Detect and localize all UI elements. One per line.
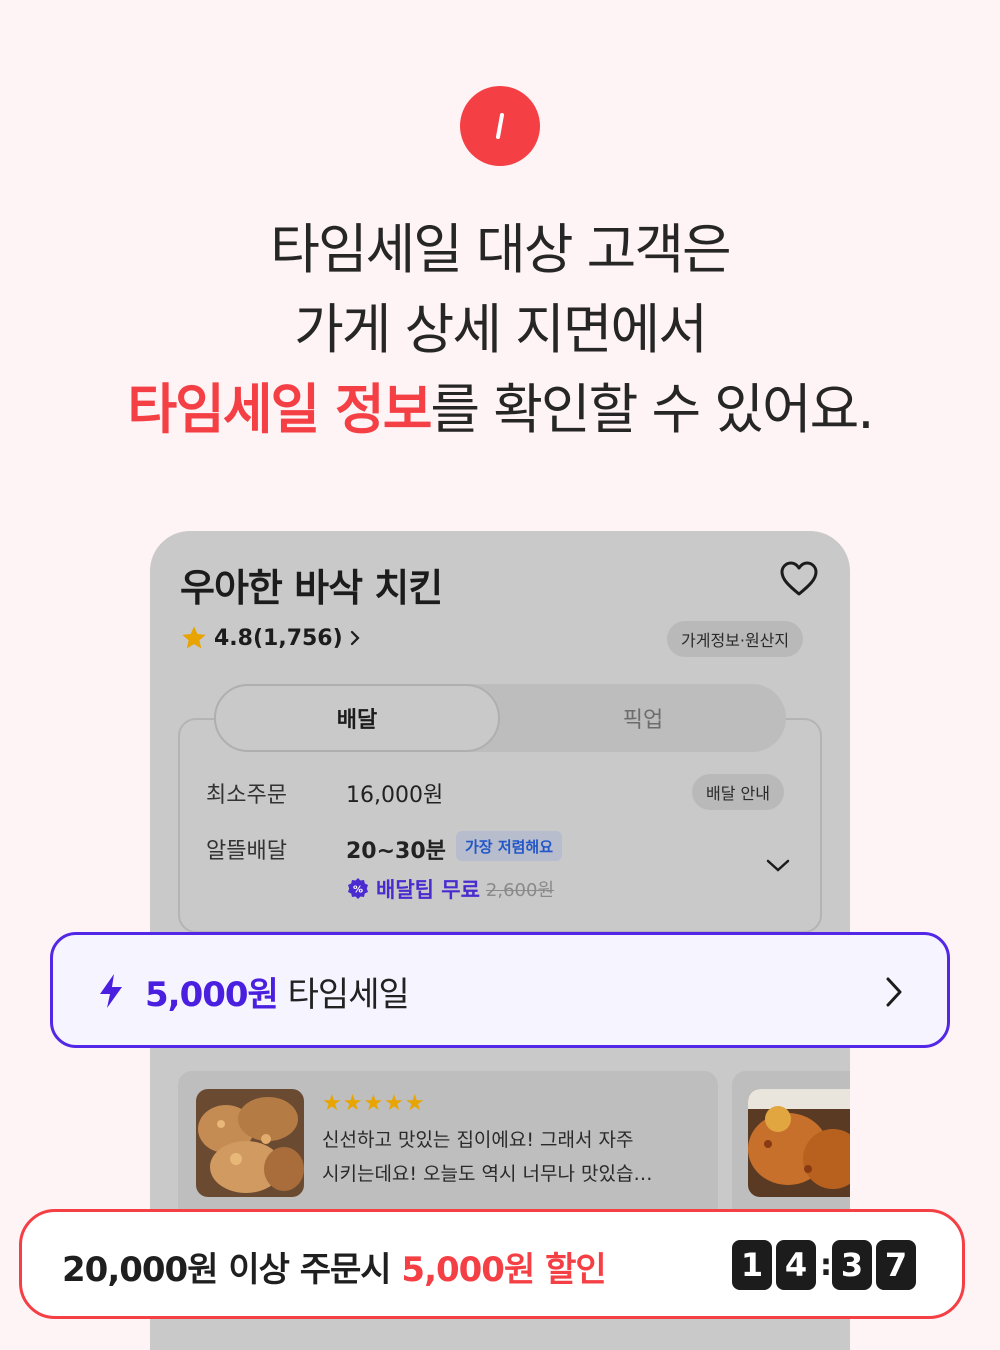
step-number-icon: [496, 113, 504, 139]
bolt-icon: [100, 974, 122, 1008]
step-badge: [460, 86, 540, 166]
review-line-1: 신선하고 맛있는 집이에요! 그래서 자주: [322, 1129, 634, 1151]
tab-pickup[interactable]: 픽업: [500, 684, 786, 752]
review-card[interactable]: [732, 1071, 850, 1221]
discount-text: 20,000원 이상 주문시 5,000원 할인: [62, 1242, 607, 1291]
countdown-timer: 1 4 : 3 7: [732, 1240, 916, 1290]
chevron-right-icon[interactable]: [883, 975, 905, 1009]
timesale-text: 5,000원 타임세일: [145, 967, 410, 1016]
timer-digit: 3: [832, 1240, 872, 1290]
review-text: 신선하고 맛있는 집이에요! 그래서 자주 시키는데요! 오늘도 역시 너무나 …: [322, 1123, 692, 1191]
original-tip: 2,600원: [485, 880, 555, 901]
chevron-down-icon[interactable]: [764, 857, 792, 875]
svg-text:%: %: [353, 885, 363, 896]
discount-condition: 20,000원 이상 주문시: [62, 1250, 392, 1290]
timer-digit: 7: [876, 1240, 916, 1290]
store-info-button[interactable]: 가게정보·원산지: [667, 621, 804, 657]
timesale-amount: 5,000원: [145, 975, 279, 1015]
review-stars: ★★★★★: [322, 1091, 426, 1116]
cheap-delivery-label: 알뜰배달: [206, 839, 287, 864]
order-type-tabs: 배달 픽업: [214, 684, 786, 752]
discount-highlight: 5,000원 할인: [401, 1250, 606, 1290]
heart-icon[interactable]: [780, 561, 818, 597]
timer-digit: 1: [732, 1240, 772, 1290]
store-name: 우아한 바삭 치킨: [180, 566, 443, 610]
chevron-right-icon: [350, 630, 360, 646]
headline-rest: 를 확인할 수 있어요.: [430, 378, 874, 441]
timer-digit: 4: [776, 1240, 816, 1290]
free-tip-label: 배달팁 무료: [376, 878, 480, 902]
free-tip-row: % 배달팁 무료 2,600원: [346, 874, 554, 904]
min-order-value: 16,000원: [346, 783, 444, 808]
delivery-guide-button[interactable]: 배달 안내: [692, 774, 784, 810]
discount-icon: %: [348, 878, 368, 899]
min-order-label: 최소주문: [206, 783, 287, 808]
headline: 타임세일 대상 고객은 가게 상세 지면에서 타임세일 정보를 확인할 수 있어…: [0, 210, 1000, 450]
headline-line-2: 가게 상세 지면에서: [294, 298, 708, 361]
rating-value: 4.8(1,756): [214, 625, 343, 651]
headline-line-1: 타임세일 대상 고객은: [270, 218, 731, 281]
review-photo: [196, 1089, 304, 1197]
tab-delivery[interactable]: 배달: [214, 684, 500, 752]
review-line-2: 시키는데요! 오늘도 역시 너무나 맛있습…: [322, 1163, 653, 1185]
discount-banner: 20,000원 이상 주문시 5,000원 할인 1 4 : 3 7: [19, 1209, 965, 1319]
timesale-banner[interactable]: 5,000원 타임세일: [50, 932, 950, 1048]
headline-line-3: 타임세일 정보를 확인할 수 있어요.: [0, 370, 1000, 450]
headline-accent: 타임세일 정보: [127, 378, 433, 441]
rating-row[interactable]: 4.8(1,756): [180, 621, 361, 655]
cheapest-badge: 가장 저렴해요: [456, 831, 563, 861]
star-icon: [182, 626, 206, 649]
delivery-time: 20~30분: [346, 839, 446, 864]
review-photo: [748, 1089, 850, 1197]
timesale-label: 타임세일: [287, 975, 410, 1015]
timer-colon: :: [820, 1247, 832, 1283]
review-card[interactable]: ★★★★★ 신선하고 맛있는 집이에요! 그래서 자주 시키는데요! 오늘도 역…: [178, 1071, 718, 1221]
